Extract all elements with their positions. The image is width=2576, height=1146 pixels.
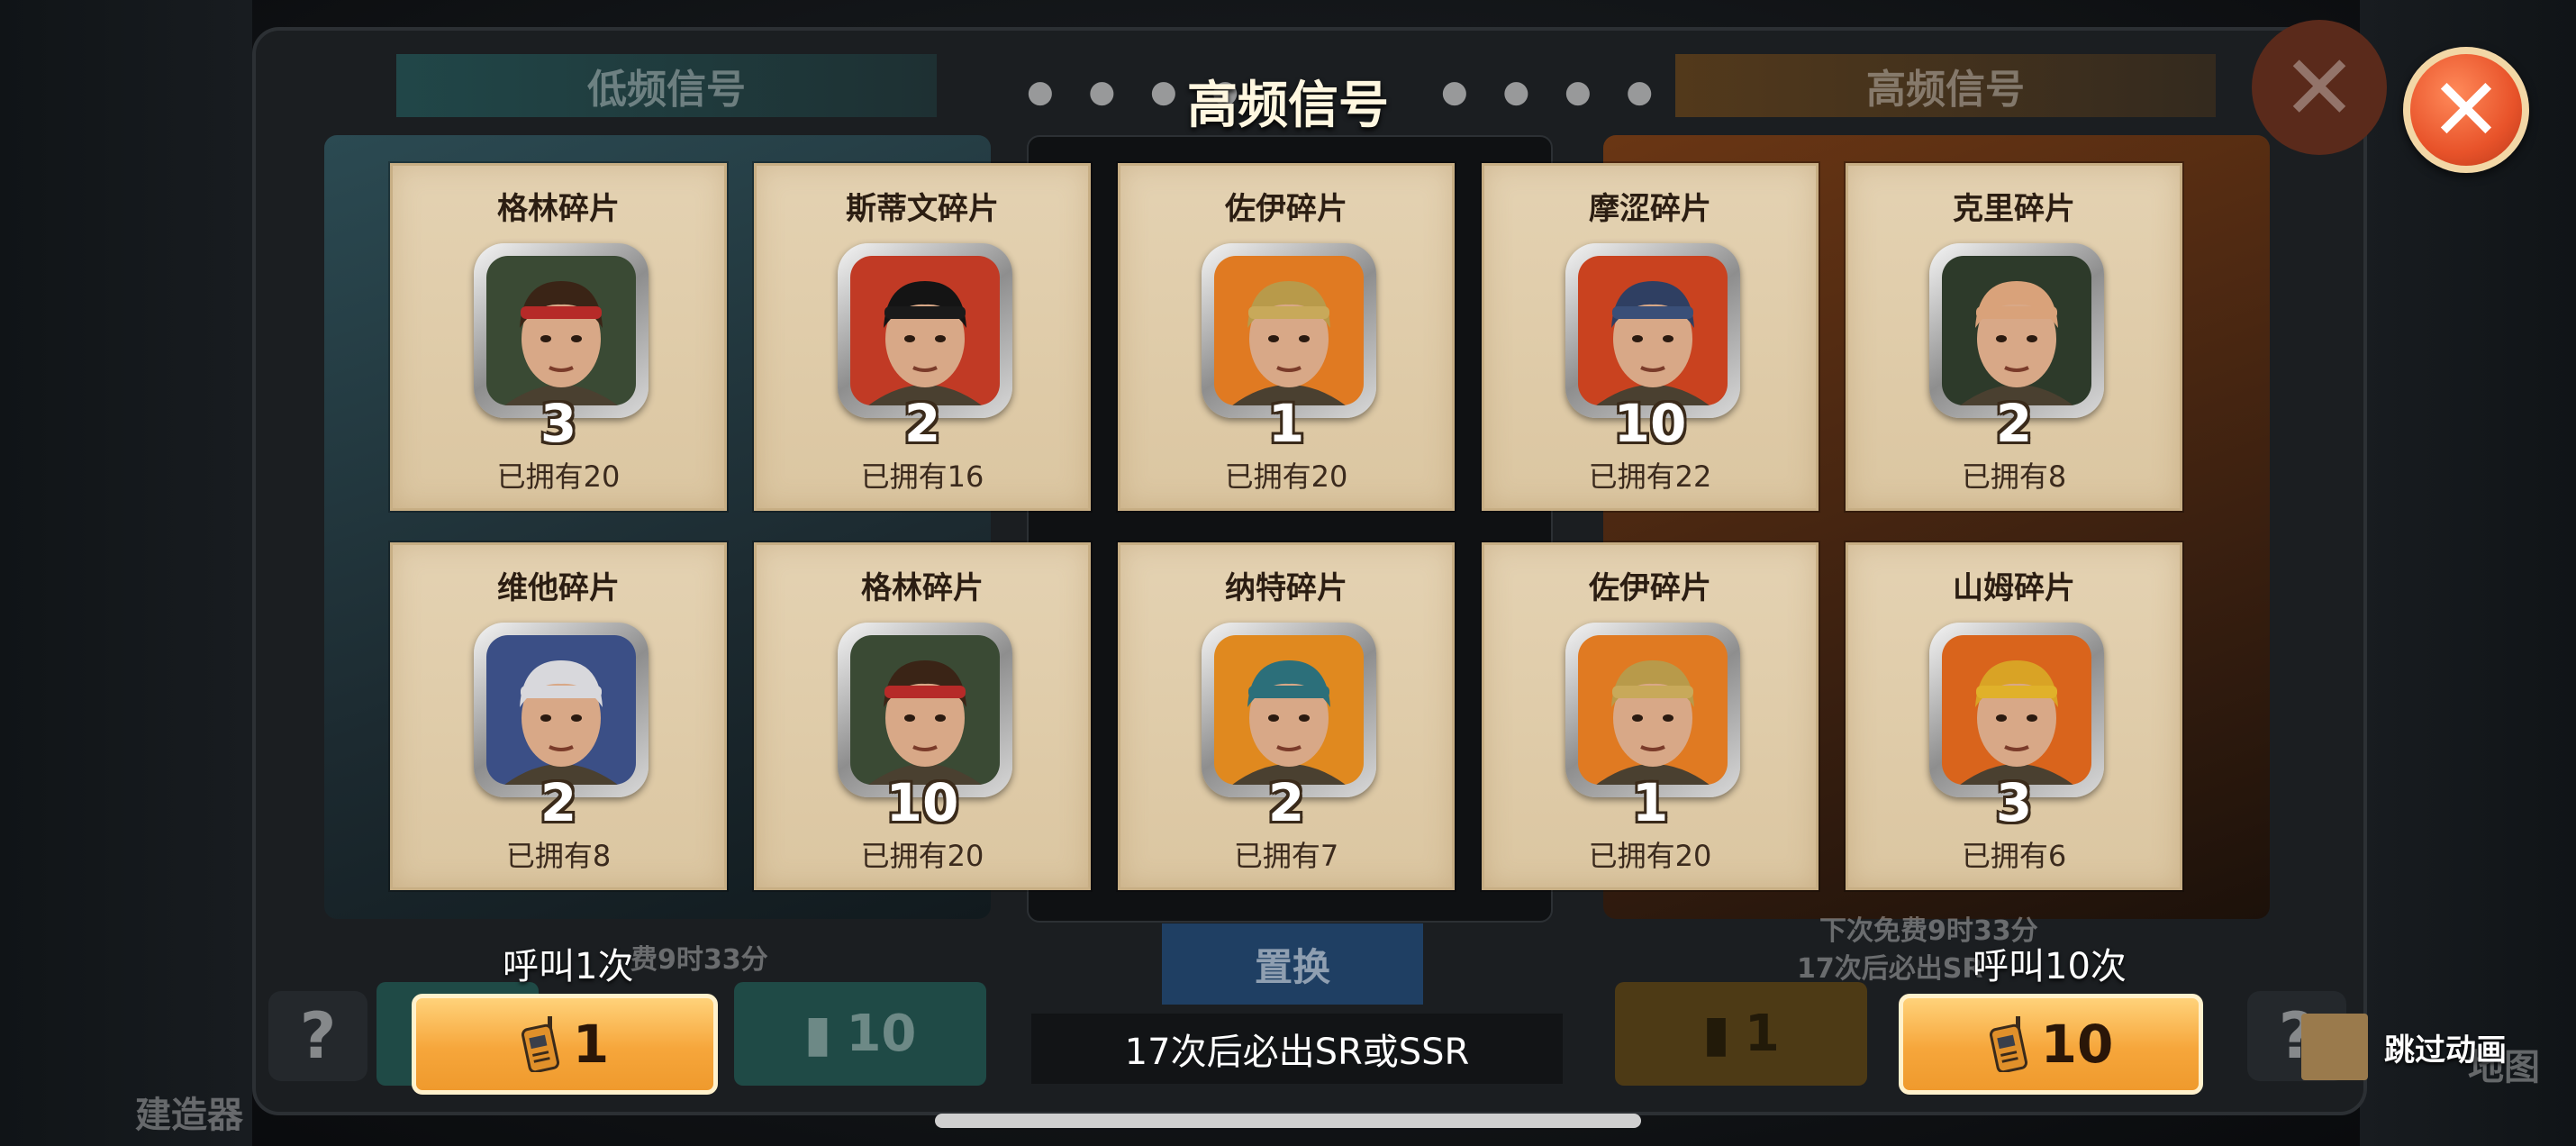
fragment-count: 2 bbox=[540, 772, 577, 833]
hero-fragment-card[interactable]: 格林碎片 10 已拥有20 bbox=[754, 542, 1091, 890]
pity-right: 17次后必出SR bbox=[1797, 953, 1983, 985]
hero-fragment-card[interactable]: 佐伊碎片 1 已拥有20 bbox=[1482, 542, 1819, 890]
tab-low-frequency: 低频信号 bbox=[396, 54, 937, 117]
close-icon: ✕ bbox=[2429, 59, 2503, 160]
owned-count: 已拥有6 bbox=[1961, 839, 2067, 873]
hero-portrait-frame bbox=[1565, 623, 1740, 797]
fragment-name: 山姆碎片 bbox=[1953, 570, 2075, 606]
decor-dots-right: ● ● ● ● bbox=[1441, 74, 1666, 110]
hero-portrait bbox=[1578, 256, 1728, 405]
skip-checkbox[interactable] bbox=[2301, 1014, 2368, 1080]
home-indicator[interactable] bbox=[935, 1114, 1641, 1128]
hero-portrait bbox=[1942, 635, 2091, 785]
hero-portrait bbox=[850, 635, 1000, 785]
walkie-talkie-icon bbox=[1989, 1016, 2027, 1072]
hero-fragment-card[interactable]: 维他碎片 2 已拥有8 bbox=[390, 542, 727, 890]
call-ten-label: 呼叫10次 bbox=[1973, 946, 2127, 987]
help-icon: ? bbox=[268, 991, 367, 1081]
hero-fragment-card[interactable]: 纳特碎片 2 已拥有7 bbox=[1118, 542, 1455, 890]
hero-portrait-frame bbox=[1202, 243, 1376, 418]
fragment-count: 3 bbox=[540, 393, 577, 454]
call-ten-button[interactable]: 10 bbox=[1899, 994, 2203, 1095]
hero-portrait-frame bbox=[474, 243, 649, 418]
dim-count: 10 bbox=[846, 1005, 917, 1063]
skip-animation-label: 跳过动画 bbox=[2384, 1032, 2507, 1069]
hero-portrait bbox=[1214, 635, 1364, 785]
owned-count: 已拥有7 bbox=[1233, 839, 1339, 873]
fragment-count: 3 bbox=[1995, 772, 2033, 833]
fragment-name: 佐伊碎片 bbox=[1589, 570, 1711, 606]
fragment-name: 克里碎片 bbox=[1953, 191, 2075, 227]
dim-count: 1 bbox=[1744, 1005, 1780, 1063]
call-one-count: 1 bbox=[572, 1014, 610, 1075]
hero-portrait-frame bbox=[1202, 623, 1376, 797]
fragment-name: 格林碎片 bbox=[497, 191, 620, 227]
hero-fragment-card[interactable]: 格林碎片 3 已拥有20 bbox=[390, 163, 727, 511]
tab-high-frequency: 高频信号 bbox=[1675, 54, 2216, 117]
hero-portrait bbox=[850, 256, 1000, 405]
hero-portrait bbox=[1578, 635, 1728, 785]
fragment-name: 维他碎片 bbox=[497, 570, 620, 606]
owned-count: 已拥有16 bbox=[860, 459, 984, 494]
hero-portrait bbox=[486, 256, 636, 405]
hero-portrait-frame bbox=[838, 623, 1012, 797]
owned-count: 已拥有20 bbox=[496, 459, 621, 494]
hero-portrait bbox=[1214, 256, 1364, 405]
owned-count: 已拥有8 bbox=[505, 839, 612, 873]
fragment-count: 2 bbox=[1995, 393, 2033, 454]
popup-title: 高频信号 bbox=[1187, 77, 1389, 135]
hero-fragment-card[interactable]: 斯蒂文碎片 2 已拥有16 bbox=[754, 163, 1091, 511]
owned-count: 已拥有8 bbox=[1961, 459, 2067, 494]
fragment-name: 斯蒂文碎片 bbox=[846, 191, 999, 227]
hero-portrait bbox=[486, 635, 636, 785]
dim-call-ten-low-button: ▮ 10 bbox=[734, 982, 986, 1086]
fragment-count: 1 bbox=[1267, 393, 1305, 454]
reward-grid: 格林碎片 3 已拥有20 斯蒂文碎片 2 已拥有16 佐伊碎片 1 已拥有20 摩涩碎片 10 已拥有… bbox=[390, 163, 2191, 897]
owned-count: 已拥有20 bbox=[1588, 839, 1712, 873]
hero-portrait-frame bbox=[838, 243, 1012, 418]
fragment-name: 格林碎片 bbox=[861, 570, 984, 606]
fragment-name: 摩涩碎片 bbox=[1589, 191, 1711, 227]
fragment-count: 2 bbox=[903, 393, 941, 454]
hero-fragment-card[interactable]: 佐伊碎片 1 已拥有20 bbox=[1118, 163, 1455, 511]
pity-counter-text: 17次后必出SR或SSR bbox=[1031, 1014, 1563, 1084]
radio-icon: ▮ bbox=[803, 1005, 832, 1063]
close-button[interactable]: ✕ bbox=[2403, 47, 2529, 173]
hero-portrait bbox=[1942, 256, 2091, 405]
hero-fragment-card[interactable]: 克里碎片 2 已拥有8 bbox=[1846, 163, 2182, 511]
fragment-count: 2 bbox=[1267, 772, 1305, 833]
call-ten-count: 10 bbox=[2040, 1014, 2114, 1075]
owned-count: 已拥有20 bbox=[860, 839, 984, 873]
fragment-count: 10 bbox=[885, 772, 959, 833]
hero-fragment-card[interactable]: 摩涩碎片 10 已拥有22 bbox=[1482, 163, 1819, 511]
call-one-label: 呼叫1次 bbox=[503, 946, 634, 987]
swap-button: 置换 bbox=[1162, 923, 1423, 1005]
fragment-count: 1 bbox=[1631, 772, 1669, 833]
hero-portrait-frame bbox=[1929, 623, 2104, 797]
walkie-talkie-icon bbox=[521, 1016, 559, 1072]
fragment-name: 纳特碎片 bbox=[1225, 570, 1347, 606]
hero-portrait-frame bbox=[474, 623, 649, 797]
call-one-button[interactable]: 1 bbox=[412, 994, 718, 1095]
hero-portrait-frame bbox=[1565, 243, 1740, 418]
fragment-name: 佐伊碎片 bbox=[1225, 191, 1347, 227]
free-timer-left: 费9时33分 bbox=[630, 944, 768, 976]
radio-icon: ▮ bbox=[1702, 1005, 1730, 1063]
left-sidebar-dimmed bbox=[0, 0, 252, 1146]
dim-close-icon: ✕ bbox=[2252, 20, 2387, 155]
owned-count: 已拥有22 bbox=[1588, 459, 1712, 494]
hero-portrait-frame bbox=[1929, 243, 2104, 418]
owned-count: 已拥有20 bbox=[1224, 459, 1348, 494]
dim-call-one-high-button: ▮ 1 bbox=[1615, 982, 1867, 1086]
fragment-count: 10 bbox=[1613, 393, 1687, 454]
builder-label: 建造器 bbox=[135, 1095, 243, 1136]
skip-animation-toggle[interactable]: 跳过动画 bbox=[2301, 1014, 2507, 1080]
hero-fragment-card[interactable]: 山姆碎片 3 已拥有6 bbox=[1846, 542, 2182, 890]
